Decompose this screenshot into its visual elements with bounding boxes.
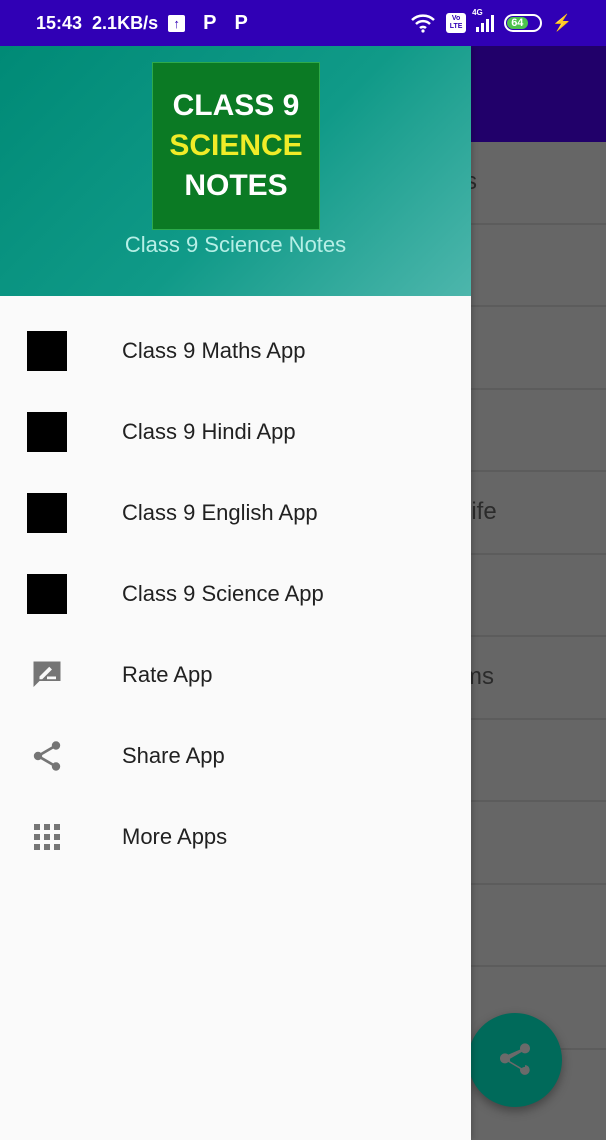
menu-item-hindi-app[interactable]: Class 9 Hindi App xyxy=(0,391,471,472)
rate-review-icon xyxy=(27,655,67,695)
app-logo: CLASS 9 SCIENCE NOTES xyxy=(152,62,320,230)
menu-item-label: Class 9 English App xyxy=(122,499,318,525)
app-thumbnail-icon xyxy=(27,330,67,371)
menu-item-maths-app[interactable]: Class 9 Maths App xyxy=(0,310,471,391)
cell-signal-icon: 4G xyxy=(472,8,495,32)
upload-arrow-icon: ↑ xyxy=(168,14,186,32)
status-bar: 15:43 2.1KB/s ↑ P P Vo LTE 4G 64 ⚡ xyxy=(0,0,606,46)
app-thumbnail-icon xyxy=(27,411,67,452)
notification-p-icon: P xyxy=(234,11,248,34)
menu-item-label: Class 9 Science App xyxy=(122,580,324,606)
menu-item-science-app[interactable]: Class 9 Science App xyxy=(0,553,471,634)
battery-icon: 64 xyxy=(504,14,543,32)
menu-item-label: Rate App xyxy=(122,661,213,687)
share-icon xyxy=(500,1043,530,1075)
navigation-drawer: CLASS 9 SCIENCE NOTES Class 9 Science No… xyxy=(0,46,471,1140)
drawer-header: CLASS 9 SCIENCE NOTES Class 9 Science No… xyxy=(0,46,471,296)
app-thumbnail-icon xyxy=(27,492,67,533)
menu-item-more-apps[interactable]: More Apps xyxy=(0,796,471,877)
wifi-icon xyxy=(411,14,435,33)
logo-line-2: SCIENCE xyxy=(169,129,303,162)
app-thumbnail-icon xyxy=(27,573,67,614)
menu-item-label: Class 9 Maths App xyxy=(122,337,306,363)
logo-line-3: NOTES xyxy=(184,169,288,202)
charging-icon: ⚡ xyxy=(552,15,572,32)
menu-item-english-app[interactable]: Class 9 English App xyxy=(0,472,471,553)
menu-item-rate-app[interactable]: Rate App xyxy=(0,634,471,715)
drawer-app-name: Class 9 Science Notes xyxy=(124,232,347,257)
battery-level: 64 xyxy=(507,17,528,29)
volte-bottom: LTE xyxy=(449,23,463,30)
network-type: 4G xyxy=(472,8,483,17)
network-speed: 2.1KB/s xyxy=(92,12,159,33)
apps-grid-icon xyxy=(27,817,67,857)
volte-icon: Vo LTE xyxy=(446,13,467,33)
drawer-menu: Class 9 Maths App Class 9 Hindi App Clas… xyxy=(0,296,471,877)
notification-p-icon: P xyxy=(203,11,217,34)
share-icon xyxy=(27,736,67,776)
menu-item-share-app[interactable]: Share App xyxy=(0,715,471,796)
share-fab[interactable] xyxy=(468,1013,562,1107)
menu-item-label: Class 9 Hindi App xyxy=(122,418,296,444)
volte-top: Vo xyxy=(451,15,461,22)
menu-item-label: More Apps xyxy=(122,823,228,849)
menu-item-label: Share App xyxy=(122,742,225,768)
clock: 15:43 xyxy=(36,12,83,33)
logo-line-1: CLASS 9 xyxy=(172,89,300,122)
